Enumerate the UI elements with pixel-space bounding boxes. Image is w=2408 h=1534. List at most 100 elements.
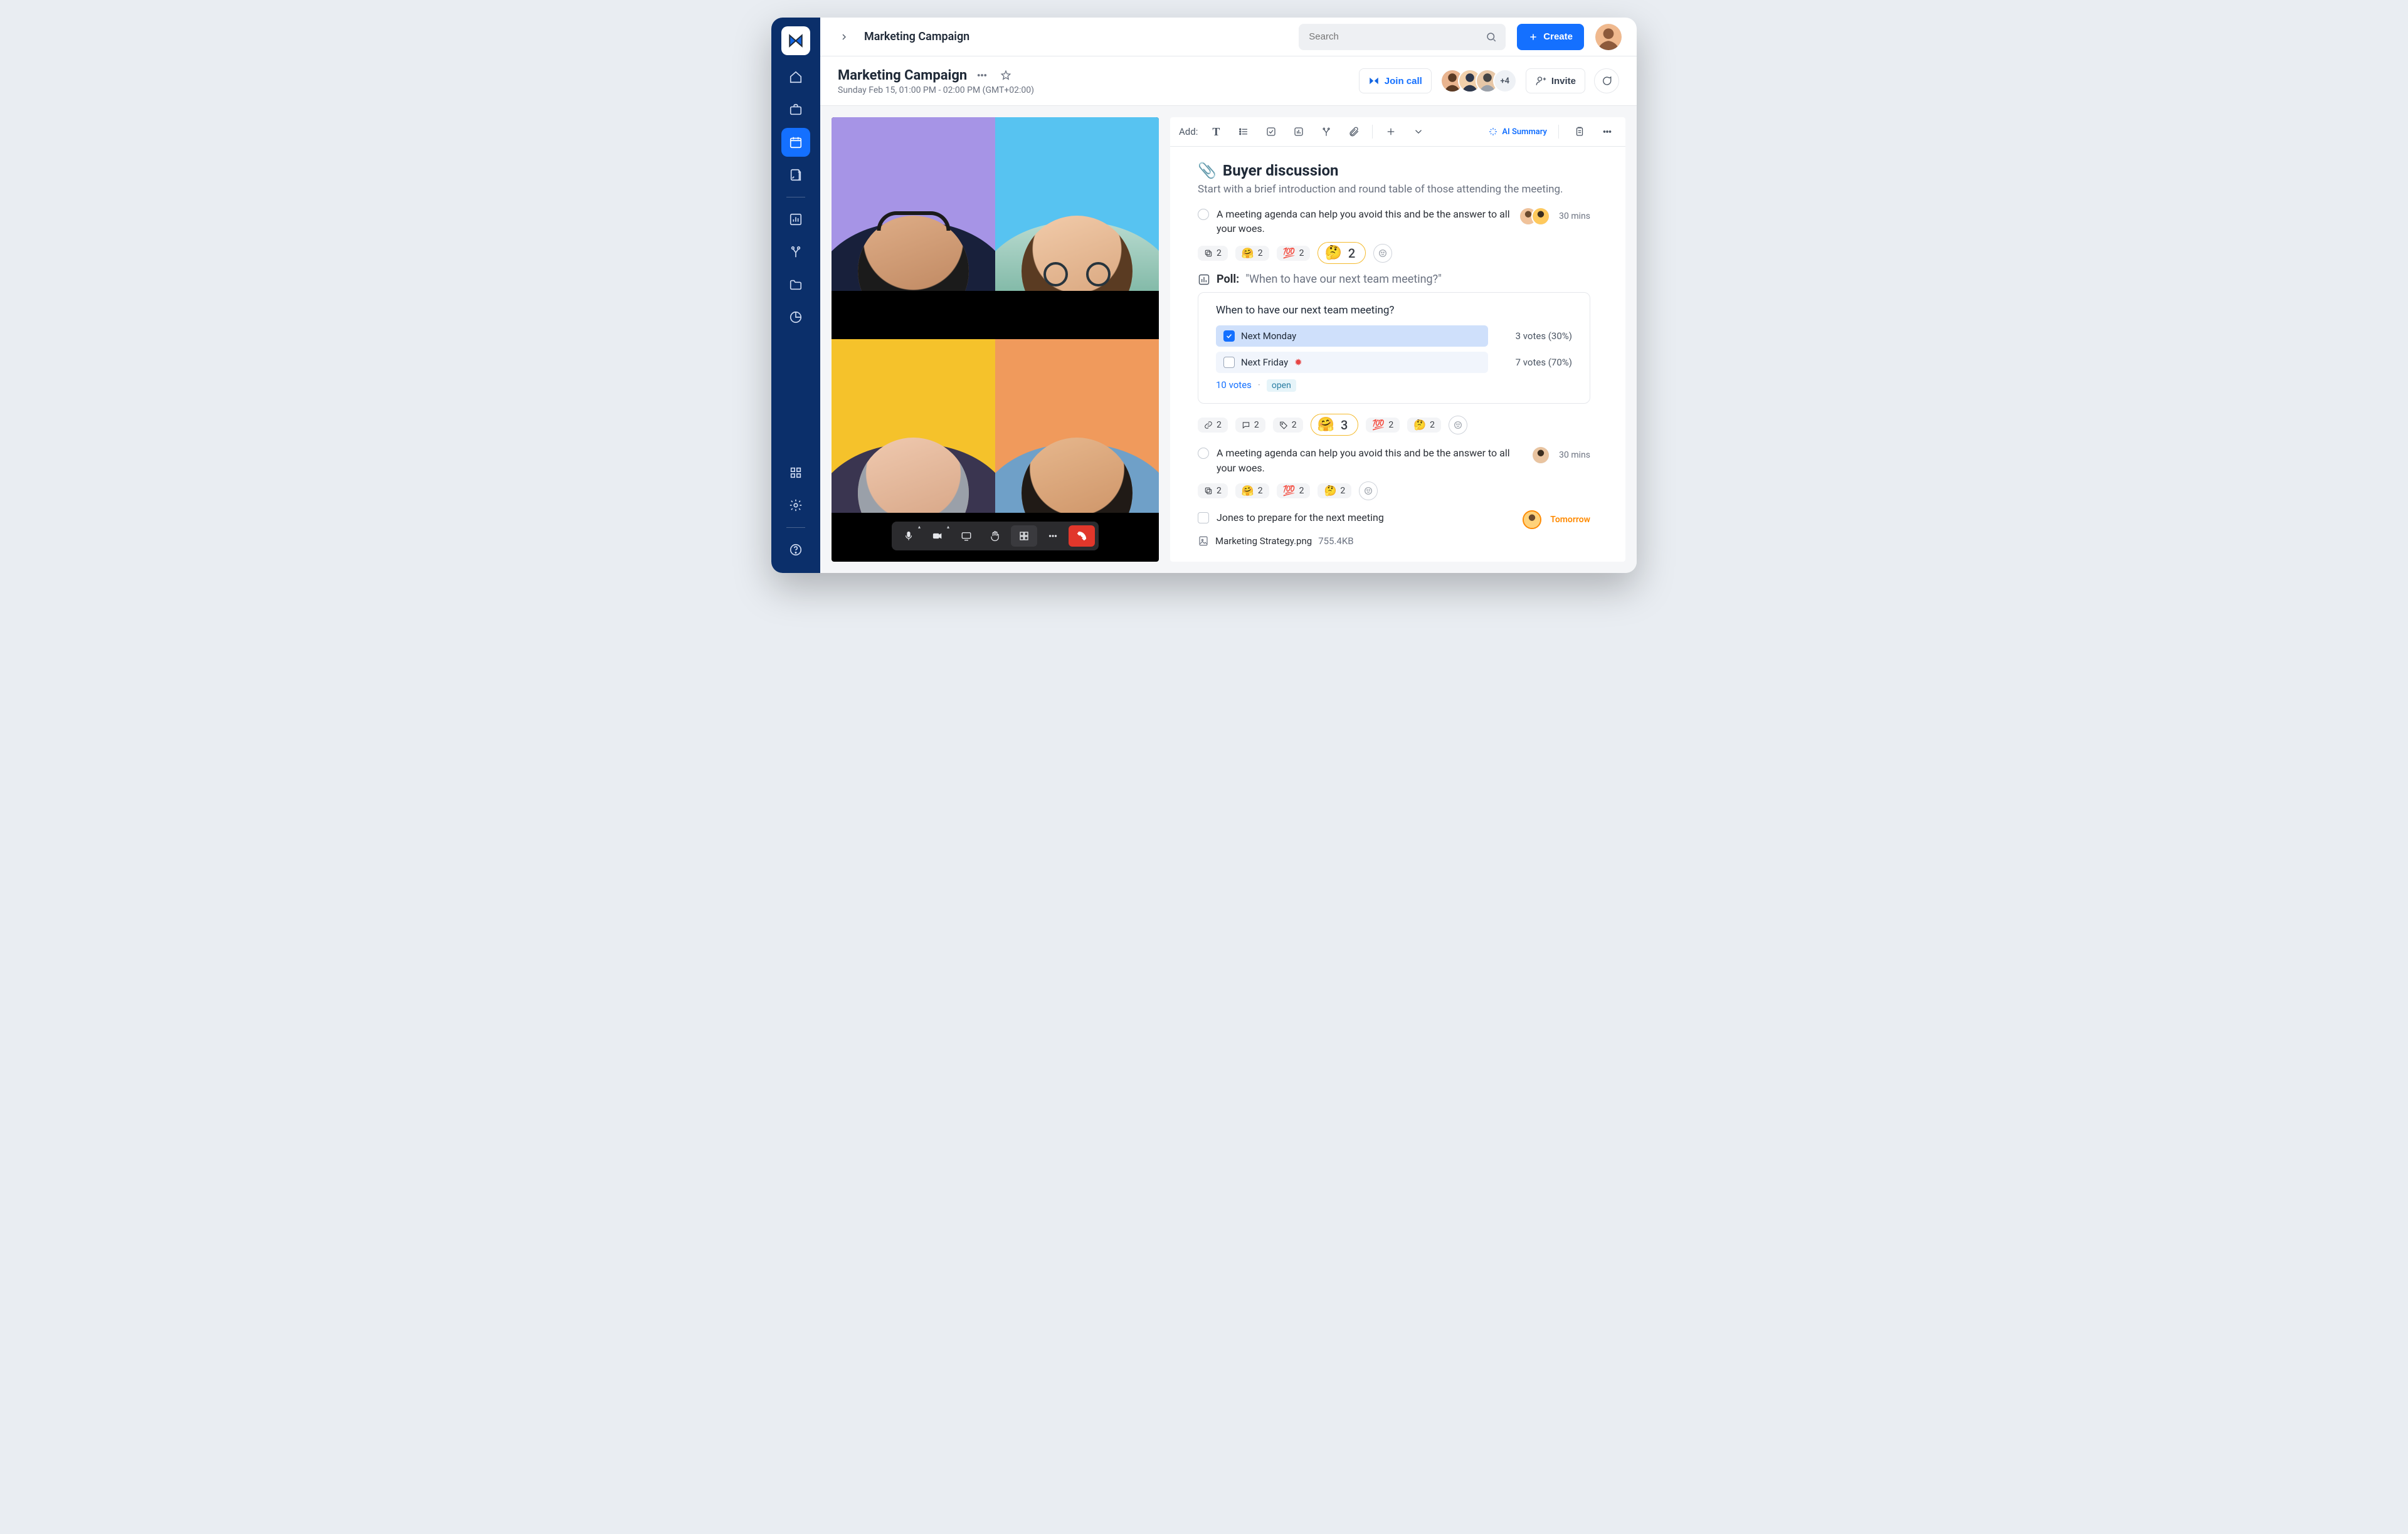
breadcrumb-back[interactable]: [835, 28, 853, 46]
chat-button[interactable]: [1594, 68, 1619, 93]
me-avatar[interactable]: [1595, 24, 1622, 50]
join-call-button[interactable]: Join call: [1359, 68, 1432, 93]
tb-insert-more[interactable]: [1409, 122, 1428, 141]
page-datetime: Sunday Feb 15, 01:00 PM - 02:00 PM (GMT+…: [838, 85, 1034, 95]
tb-more[interactable]: [1598, 122, 1617, 141]
nav-files[interactable]: [781, 270, 810, 299]
chip-comments[interactable]: 2: [1235, 418, 1265, 433]
video-tile-1: [832, 117, 995, 291]
invite-icon: [1535, 75, 1546, 87]
agenda-item-2[interactable]: A meeting agenda can help you avoid this…: [1198, 444, 1590, 476]
chip-think-3[interactable]: 🤔2: [1318, 483, 1351, 498]
smile-plus-icon: [1453, 420, 1463, 430]
chip-hug-3[interactable]: 🤗2: [1235, 483, 1269, 498]
nav-notes[interactable]: [781, 160, 810, 189]
tb-poll[interactable]: [1289, 122, 1308, 141]
copy-icon: [1204, 249, 1213, 258]
favorite-toggle[interactable]: [997, 66, 1015, 84]
invite-button[interactable]: Invite: [1526, 68, 1585, 93]
chip-big-hug[interactable]: 🤗3: [1311, 414, 1359, 436]
nav-reports[interactable]: [781, 205, 810, 234]
check-icon: [1225, 332, 1233, 340]
task-assignee[interactable]: [1523, 510, 1541, 529]
doc-body: 📎 Buyer discussion Start with a brief in…: [1170, 147, 1625, 562]
chip-think-b[interactable]: 🤔2: [1407, 418, 1441, 433]
task-item[interactable]: Jones to prepare for the next meeting To…: [1198, 509, 1590, 530]
participant-stack[interactable]: +4: [1440, 69, 1517, 93]
task-text: Jones to prepare for the next meeting: [1217, 510, 1515, 525]
chip-100-b[interactable]: 💯2: [1366, 418, 1400, 433]
chip-100-3[interactable]: 💯2: [1277, 483, 1311, 498]
add-reaction-3[interactable]: [1359, 481, 1378, 500]
search-input[interactable]: [1307, 31, 1479, 43]
camera-button[interactable]: ▴: [924, 525, 951, 547]
poll-footer: 10 votes · open: [1216, 379, 1572, 392]
more-menu[interactable]: [973, 66, 991, 84]
chip-links[interactable]: 2: [1198, 418, 1228, 433]
radio-unchecked[interactable]: [1198, 448, 1209, 459]
add-reaction-2[interactable]: [1449, 416, 1467, 434]
agenda-text: A meeting agenda can help you avoid this…: [1217, 207, 1511, 236]
app-logo[interactable]: [781, 26, 810, 55]
app-window: Marketing Campaign Create Marketing Camp…: [771, 18, 1637, 573]
mic-button[interactable]: ▴: [895, 525, 922, 547]
checkbox-unchecked[interactable]: [1198, 512, 1209, 523]
grid-icon: [1018, 530, 1030, 542]
participant-more[interactable]: +4: [1493, 69, 1517, 93]
chip-hug[interactable]: 🤗2: [1235, 246, 1269, 261]
tb-text[interactable]: T: [1207, 122, 1225, 141]
branch-icon: [789, 245, 803, 259]
doc-toolbar: Add: T AI Summary: [1170, 117, 1625, 147]
tb-checkbox[interactable]: [1262, 122, 1281, 141]
poll-option-2[interactable]: Next Friday ✹ 7 votes (70%): [1216, 352, 1572, 373]
branch-icon: [1321, 126, 1332, 137]
rail-divider-2: [786, 527, 805, 528]
screen-share-button[interactable]: [953, 525, 980, 547]
nav-settings[interactable]: [781, 491, 810, 520]
tb-history[interactable]: [1570, 122, 1589, 141]
radio-unchecked[interactable]: [1198, 209, 1209, 220]
nav-apps[interactable]: [781, 458, 810, 487]
tb-list[interactable]: [1234, 122, 1253, 141]
grid-layout-button[interactable]: [1011, 525, 1037, 547]
poll-option-1[interactable]: Next Monday 3 votes (30%): [1216, 325, 1572, 347]
section-title: Buyer discussion: [1223, 162, 1339, 179]
duration: 30 mins: [1559, 211, 1590, 221]
smile-plus-icon: [1363, 486, 1373, 496]
assignee[interactable]: [1531, 446, 1550, 465]
nav-branch[interactable]: [781, 238, 810, 266]
attachment-row[interactable]: Marketing Strategy.png 755.4KB: [1198, 535, 1590, 547]
nav-analytics[interactable]: [781, 303, 810, 332]
pie-icon: [789, 310, 803, 324]
poll-total[interactable]: 10 votes: [1216, 379, 1252, 391]
chip-copies[interactable]: 2: [1198, 246, 1228, 261]
screen-icon: [961, 530, 972, 542]
create-button[interactable]: Create: [1517, 24, 1584, 50]
tb-decision[interactable]: [1317, 122, 1336, 141]
tb-attachment[interactable]: [1344, 122, 1363, 141]
assignees[interactable]: [1519, 207, 1550, 226]
chip-tags[interactable]: 2: [1273, 418, 1303, 433]
mic-icon: [903, 530, 914, 542]
raise-hand-button[interactable]: [982, 525, 1008, 547]
poll-label: Poll:: [1217, 273, 1239, 286]
call-more-button[interactable]: [1040, 525, 1066, 547]
breadcrumb[interactable]: Marketing Campaign: [864, 30, 969, 43]
chip-100[interactable]: 💯2: [1277, 246, 1311, 261]
chip-copies-3[interactable]: 2: [1198, 483, 1228, 498]
ai-summary-button[interactable]: AI Summary: [1488, 127, 1547, 137]
plus-icon: [1385, 126, 1397, 137]
agenda-item-1[interactable]: A meeting agenda can help you avoid this…: [1198, 206, 1590, 237]
poll-status: open: [1267, 379, 1296, 392]
chip-big-think[interactable]: 🤔2: [1318, 242, 1366, 264]
end-call-button[interactable]: [1069, 525, 1095, 547]
nav-briefcase[interactable]: [781, 95, 810, 124]
tb-insert[interactable]: [1381, 122, 1400, 141]
nav-help[interactable]: [781, 535, 810, 564]
video-grid: ▴ ▴: [832, 117, 1159, 562]
nav-calendar[interactable]: [781, 128, 810, 157]
nav-home[interactable]: [781, 63, 810, 92]
add-reaction[interactable]: [1373, 244, 1392, 263]
search-box[interactable]: [1299, 24, 1506, 50]
camera-icon: [932, 530, 943, 542]
